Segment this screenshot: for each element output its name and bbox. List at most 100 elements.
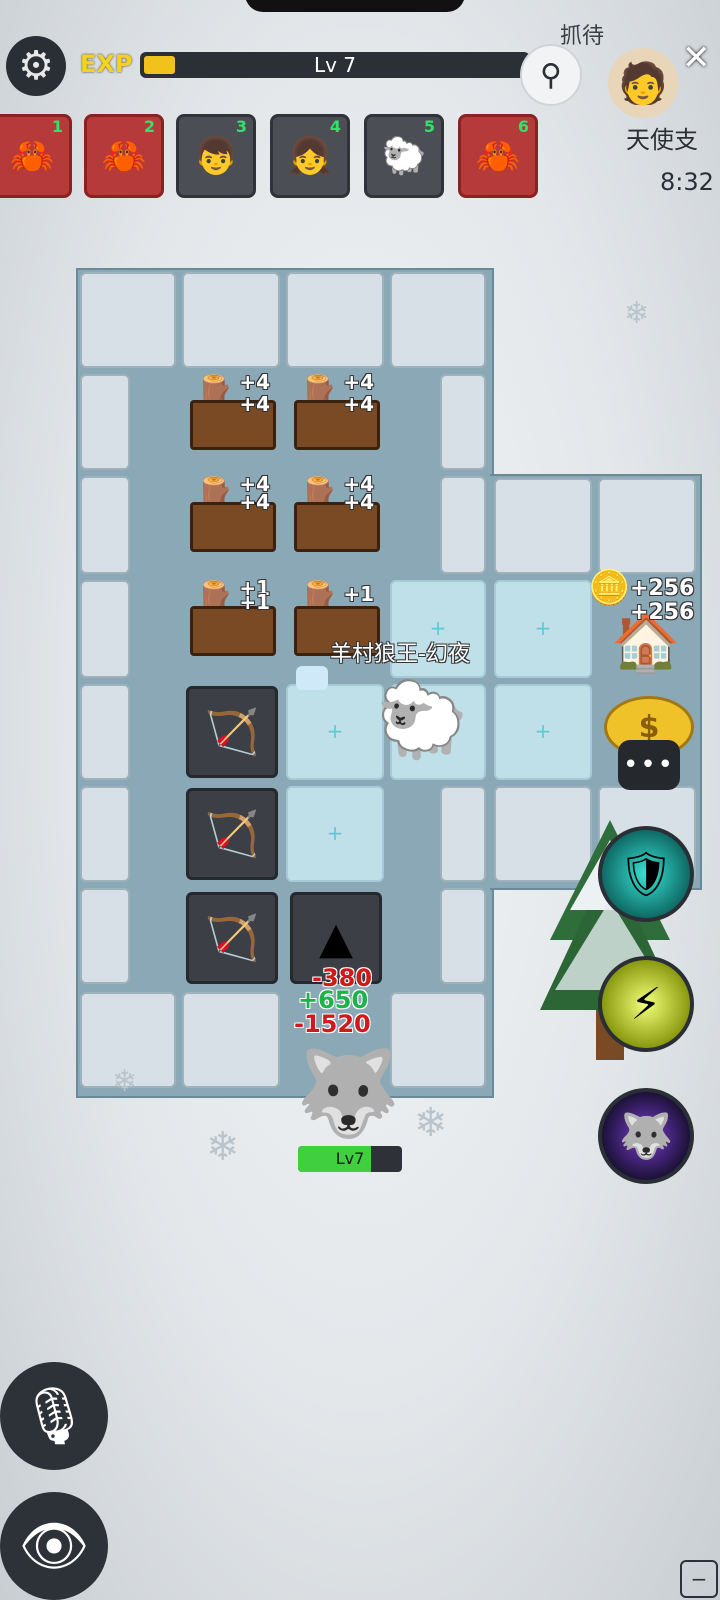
location-pin-icon: ⚲ [540,57,562,93]
sheep-girl-icon: 👧 [287,136,333,177]
unit-card-2[interactable]: 🦀 2 [84,114,164,198]
minus-icon: − [690,1567,708,1591]
bonus-text: +1 [343,582,374,606]
claw-icon: 🦀 [9,136,55,177]
crossbow-icon: 🏹 [204,707,260,758]
wolf-king-enemy[interactable]: 🐺 [286,1036,410,1150]
settings-gear-button[interactable]: ⚙ [6,36,66,96]
bonus-text: +4 [343,490,374,514]
location-button[interactable]: ⚲ [520,44,582,106]
wolf-head-icon: 🐺 [618,1111,674,1162]
gold-gain-text: +256 [630,600,695,625]
wall-tile [182,272,280,368]
wolf-hp-bar: Lv7 [298,1146,402,1172]
microphone-icon: 🎙 [18,1384,90,1449]
green-cone-icon: ▲ [319,912,353,964]
lumber-cart[interactable]: 🪵 +4 +4 [290,370,380,458]
wall-tile [80,786,130,882]
card-number: 4 [329,117,341,136]
snowflake-icon: ❄ [206,1124,240,1170]
boy-icon: 👦 [193,136,239,177]
shield-icon: 🛡 [618,849,674,900]
snowflake-icon: ❄ [624,296,650,331]
unit-card-4[interactable]: 👧 4 [270,114,350,198]
wall-tile [390,272,486,368]
card-number: 2 [143,117,155,136]
wall-tile [440,888,486,984]
power-skill-button[interactable]: ⚡ [598,956,694,1052]
unit-card-6[interactable]: 🦀 6 [458,114,538,198]
wall-tile [80,888,130,984]
claw-icon: 🦀 [101,136,147,177]
floor-tile[interactable] [494,580,592,678]
lumber-cart[interactable]: 🪵 +1 +1 [186,576,276,664]
crossbow-turret[interactable]: 🏹 [186,788,278,880]
bonus-text: +4 [343,392,374,416]
top-banner-text: 抓待 [560,24,605,49]
wall-tile [440,786,486,882]
lightning-figure-icon: ⚡ [630,978,662,1030]
bonus-text: +4 [239,490,270,514]
wall-tile [440,476,486,574]
hero-name-label: 羊村狼王-幻夜 [330,642,470,667]
green-crossbow-icon: 🏹 [204,809,260,860]
bonus-text: +4 [239,392,270,416]
gold-coins-icon: 🪙 [588,568,631,608]
claw-icon: 🦀 [475,136,521,177]
lumber-cart[interactable]: 🪵 +4 +4 [290,472,380,560]
wall-tile [440,374,486,470]
card-number: 3 [235,117,247,136]
card-number: 6 [517,117,529,136]
damage-number: -1520 [294,1010,371,1038]
wall-tile [182,992,280,1088]
camera-notch [245,0,465,12]
chat-ellipsis-icon: ••• [622,750,675,780]
sheep-hero-character[interactable]: 🐑 [376,668,468,772]
gear-icon: ⚙ [18,43,54,89]
lumber-cart[interactable]: 🪵 +4 +4 [186,472,276,560]
view-button[interactable]: 👁 [0,1492,108,1600]
close-icon[interactable]: ✕ [682,38,711,78]
shield-skill-button[interactable]: 🛡 [598,826,694,922]
wall-tile [80,272,176,368]
black-sheep-icon: 🐑 [381,136,427,177]
gold-crossbow-icon: 🏹 [204,913,260,964]
wolf-level-label: Lv7 [335,1149,365,1168]
chat-bubble-button[interactable]: ••• [618,740,680,790]
exp-bar: Lv 7 [140,52,530,78]
eye-icon: 👁 [18,1514,90,1579]
crossbow-turret[interactable]: 🏹 [186,686,278,778]
lumber-cart[interactable]: 🪵 +4 +4 [186,370,276,458]
bonus-text: +1 [239,590,270,614]
floor-tile[interactable] [494,684,592,780]
streamer-avatar: 🧑 [608,48,678,118]
snowflake-icon: ❄ [112,1064,138,1099]
unit-card-3[interactable]: 👦 3 [176,114,256,198]
floor-tile[interactable] [286,684,384,780]
card-number: 1 [51,117,63,136]
exp-label: EXP [80,50,133,78]
wall-tile [80,374,130,470]
unit-card-1[interactable]: 🦀 1 [0,114,72,198]
card-number: 5 [423,117,435,136]
unit-card-5[interactable]: 🐑 5 [364,114,444,198]
floor-tile[interactable] [286,786,384,882]
wall-tile [80,476,130,574]
minimize-button[interactable]: − [680,1560,718,1598]
wall-tile [286,272,384,368]
wall-tile [80,580,130,678]
voice-button[interactable]: 🎙 [0,1362,108,1470]
wolf-roar-skill-button[interactable]: 🐺 [598,1088,694,1184]
ice-crystal-icon [296,666,328,690]
wall-tile [598,478,696,574]
wall-tile [80,684,130,780]
bonus-text: +4 [343,370,374,394]
player-level: Lv 7 [313,53,357,77]
match-timer: 8:32 [660,168,714,196]
bonus-text: +4 [239,370,270,394]
angel-support-text: 天使支 [626,126,698,154]
snowflake-icon: ❄ [414,1100,448,1146]
gold-gain-text: +256 [630,576,695,601]
crossbow-turret[interactable]: 🏹 [186,892,278,984]
wall-tile [494,478,592,574]
